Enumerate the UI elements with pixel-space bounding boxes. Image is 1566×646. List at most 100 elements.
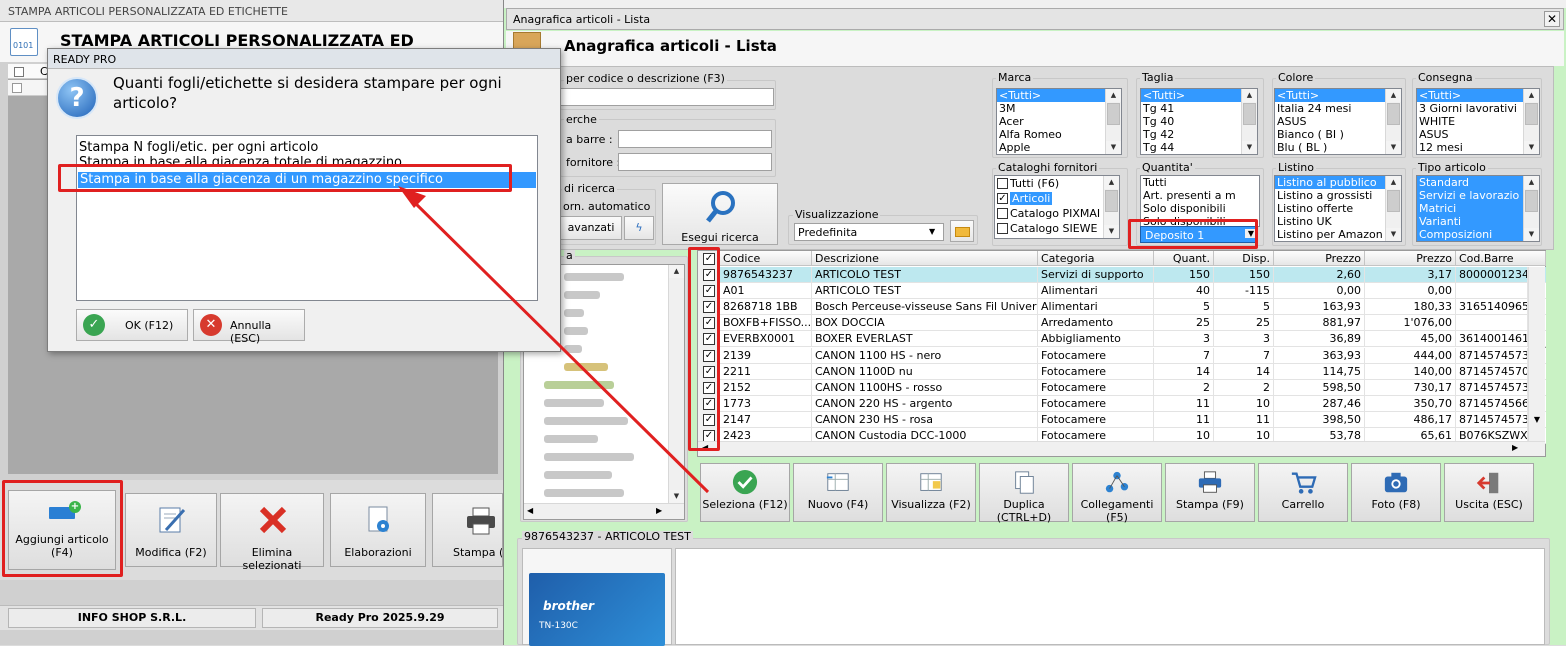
- table-row[interactable]: BOXFB+FISSO... BOX DOCCIA Arredamento 25 25 8…: [720, 315, 1546, 332]
- grid-vscrollbar[interactable]: ▼: [1528, 267, 1545, 441]
- column-header-quant[interactable]: Quant.: [1154, 251, 1214, 266]
- toolbar-button-links[interactable]: Collegamenti (F5): [1072, 463, 1162, 524]
- toolbar-button-exit[interactable]: Uscita (ESC): [1444, 463, 1534, 522]
- list-item[interactable]: Composizioni: [1417, 228, 1539, 241]
- cancel-button[interactable]: ✕ Annulla (ESC): [193, 309, 305, 345]
- barcode-input[interactable]: [618, 130, 772, 148]
- list-item[interactable]: Matrici: [1417, 202, 1539, 215]
- checkbox[interactable]: [997, 223, 1008, 234]
- list-item[interactable]: Listino offerte: [1275, 202, 1401, 215]
- marca-list[interactable]: <Tutti> 3M Acer Alfa Romeo Apple ▲ ▼: [996, 88, 1122, 155]
- list-item[interactable]: Tg 41: [1141, 102, 1257, 115]
- table-row[interactable]: 1773 CANON 220 HS - argento Fotocamere 11 10…: [720, 395, 1546, 412]
- list-item[interactable]: WHITE: [1417, 115, 1539, 128]
- list-item[interactable]: Bianco ( BI ): [1275, 128, 1401, 141]
- taglia-list[interactable]: <Tutti> Tg 41 Tg 40 Tg 42 Tg 44 ▲ ▼: [1140, 88, 1258, 155]
- scrollbar[interactable]: ▲ ▼: [1523, 89, 1539, 154]
- list-item[interactable]: <Tutti>: [997, 89, 1121, 102]
- table-row[interactable]: 2147 CANON 230 HS - rosa Fotocamere 11 11 398…: [720, 411, 1546, 428]
- table-row[interactable]: 9876543237 ARTICOLO TEST Servizi di suppor…: [720, 267, 1546, 283]
- search-input[interactable]: [560, 88, 774, 106]
- list-item[interactable]: Servizi e lavorazio: [1417, 189, 1539, 202]
- table-row[interactable]: 2152 CANON 1100HS - rosso Fotocamere 2 2 598,…: [720, 379, 1546, 396]
- column-header-prezzo-ivato[interactable]: Prezzo: [1365, 251, 1456, 266]
- toolbar-button-printer[interactable]: Stampa (F9): [1165, 463, 1255, 522]
- list-item[interactable]: Italia 24 mesi: [1275, 102, 1401, 115]
- list-item[interactable]: Acer: [997, 115, 1121, 128]
- list-item[interactable]: Listino UK: [1275, 215, 1401, 228]
- table-row[interactable]: A01 ARTICOLO TEST Alimentari 40 -115 0,00 0,00: [720, 283, 1546, 300]
- toolbar-button-camera[interactable]: Foto (F8): [1351, 463, 1441, 522]
- close-icon[interactable]: ✕: [1544, 11, 1560, 27]
- scrollbar[interactable]: ▲ ▼: [1103, 176, 1119, 238]
- checkbox[interactable]: [997, 178, 1008, 189]
- catalog-item[interactable]: Catalogo PIXMAI: [995, 206, 1119, 221]
- list-item[interactable]: Tutti: [1141, 176, 1259, 189]
- list-item[interactable]: Standard: [1417, 176, 1539, 189]
- scrollbar[interactable]: ▲ ▼: [1523, 176, 1539, 241]
- column-header-categoria[interactable]: Categoria: [1038, 251, 1154, 266]
- scrollbar[interactable]: ▲ ▼: [1385, 176, 1401, 241]
- list-item[interactable]: Listino al pubblico: [1275, 176, 1401, 189]
- consegna-list[interactable]: <Tutti> 3 Giorni lavorativi WHITE ASUS 1…: [1416, 88, 1540, 155]
- toolbar-button-view-grid[interactable]: Visualizza (F2): [886, 463, 976, 522]
- list-item[interactable]: Tg 40: [1141, 115, 1257, 128]
- column-header-codice[interactable]: Codice: [720, 251, 812, 266]
- checkbox[interactable]: ✓: [997, 193, 1008, 204]
- option-item[interactable]: Stampa N fogli/etic. per ogni articolo: [79, 140, 318, 155]
- list-item[interactable]: Tg 42: [1141, 128, 1257, 141]
- table-row[interactable]: EVERBX0001 BOXER EVERLAST Abbigliamento 3 3 3…: [720, 331, 1546, 348]
- toolbar-button-duplicate[interactable]: Duplica (CTRL+D): [979, 463, 1069, 524]
- list-item[interactable]: Listino per Amazon: [1275, 228, 1401, 241]
- checkbox[interactable]: [997, 208, 1008, 219]
- list-item[interactable]: ASUS: [1417, 128, 1539, 141]
- column-header-prezzo[interactable]: Prezzo: [1274, 251, 1365, 266]
- print-button-left[interactable]: Stampa (F: [432, 493, 503, 567]
- toolbar-button-new-grid[interactable]: Nuovo (F4): [793, 463, 883, 522]
- list-item[interactable]: Tg 44: [1141, 141, 1257, 154]
- list-item[interactable]: 3 Giorni lavorativi: [1417, 102, 1539, 115]
- left-grid-checkbox[interactable]: [14, 67, 24, 77]
- column-header-descrizione[interactable]: Descrizione: [812, 251, 1038, 266]
- list-item[interactable]: Listino a grossisti: [1275, 189, 1401, 202]
- scrollbar[interactable]: ▲ ▼: [1241, 89, 1257, 154]
- list-item[interactable]: ASUS: [1275, 115, 1401, 128]
- scrollbar[interactable]: ▲ ▼: [1385, 89, 1401, 154]
- list-item[interactable]: <Tutti>: [1141, 89, 1257, 102]
- catalog-item[interactable]: Tutti (F6): [995, 176, 1119, 191]
- table-row[interactable]: 8268718 1BB Bosch Perceuse-visseuse Sans …: [720, 299, 1546, 316]
- toolbar-button-checkmark[interactable]: Seleziona (F12): [700, 463, 790, 522]
- tree-scrollbar[interactable]: ▲ ▼: [668, 265, 684, 503]
- view-select[interactable]: Predefinita ▼: [794, 223, 944, 241]
- colore-list[interactable]: <Tutti> Italia 24 mesi ASUS Bianco ( BI …: [1274, 88, 1402, 155]
- toolbar-button-cart[interactable]: Carrello: [1258, 463, 1348, 522]
- scrollbar[interactable]: ▲ ▼: [1105, 89, 1121, 154]
- delete-selected-button[interactable]: Elimina selezionati: [220, 493, 324, 572]
- column-header-cod-barre[interactable]: Cod.Barre: [1456, 251, 1546, 266]
- list-item[interactable]: Alfa Romeo: [997, 128, 1121, 141]
- tree-hscrollbar[interactable]: ◀ ▶: [524, 503, 684, 519]
- edit-button[interactable]: Modifica (F2): [125, 493, 217, 567]
- lightning-button[interactable]: ϟ: [624, 216, 654, 240]
- left-grid-row-checkbox[interactable]: [12, 83, 22, 93]
- list-item[interactable]: Blu ( BL ): [1275, 141, 1401, 154]
- run-search-button[interactable]: Esegui ricerca: [662, 183, 778, 245]
- options-list[interactable]: Stampa N fogli/etic. per ogni articolo S…: [76, 135, 538, 301]
- list-item[interactable]: Solo disponibili: [1141, 202, 1259, 215]
- table-row[interactable]: 2211 CANON 1100D nu Fotocamere 14 14 114,75 14…: [720, 363, 1546, 380]
- list-item[interactable]: <Tutti>: [1275, 89, 1401, 102]
- list-item[interactable]: 12 mesi: [1417, 141, 1539, 154]
- elaborations-button[interactable]: Elaborazioni: [330, 493, 426, 567]
- grid-hscrollbar[interactable]: ◀ ▶: [698, 441, 1545, 456]
- list-item[interactable]: Art. presenti a m: [1141, 189, 1259, 202]
- advanced-search-button[interactable]: avanzati: [560, 216, 622, 240]
- folder-button[interactable]: [950, 220, 974, 242]
- list-item[interactable]: 3M: [997, 102, 1121, 115]
- ok-button[interactable]: ✓ OK (F12): [76, 309, 188, 341]
- type-list[interactable]: Standard Servizi e lavorazio Matrici Var…: [1416, 175, 1540, 242]
- column-header-disp[interactable]: Disp.: [1214, 251, 1274, 266]
- detail-notes[interactable]: [675, 548, 1545, 645]
- listino-list[interactable]: Listino al pubblico Listino a grossisti …: [1274, 175, 1402, 242]
- catalog-item[interactable]: Catalogo SIEWE: [995, 221, 1119, 236]
- catalog-item[interactable]: ✓ Articoli: [995, 191, 1119, 206]
